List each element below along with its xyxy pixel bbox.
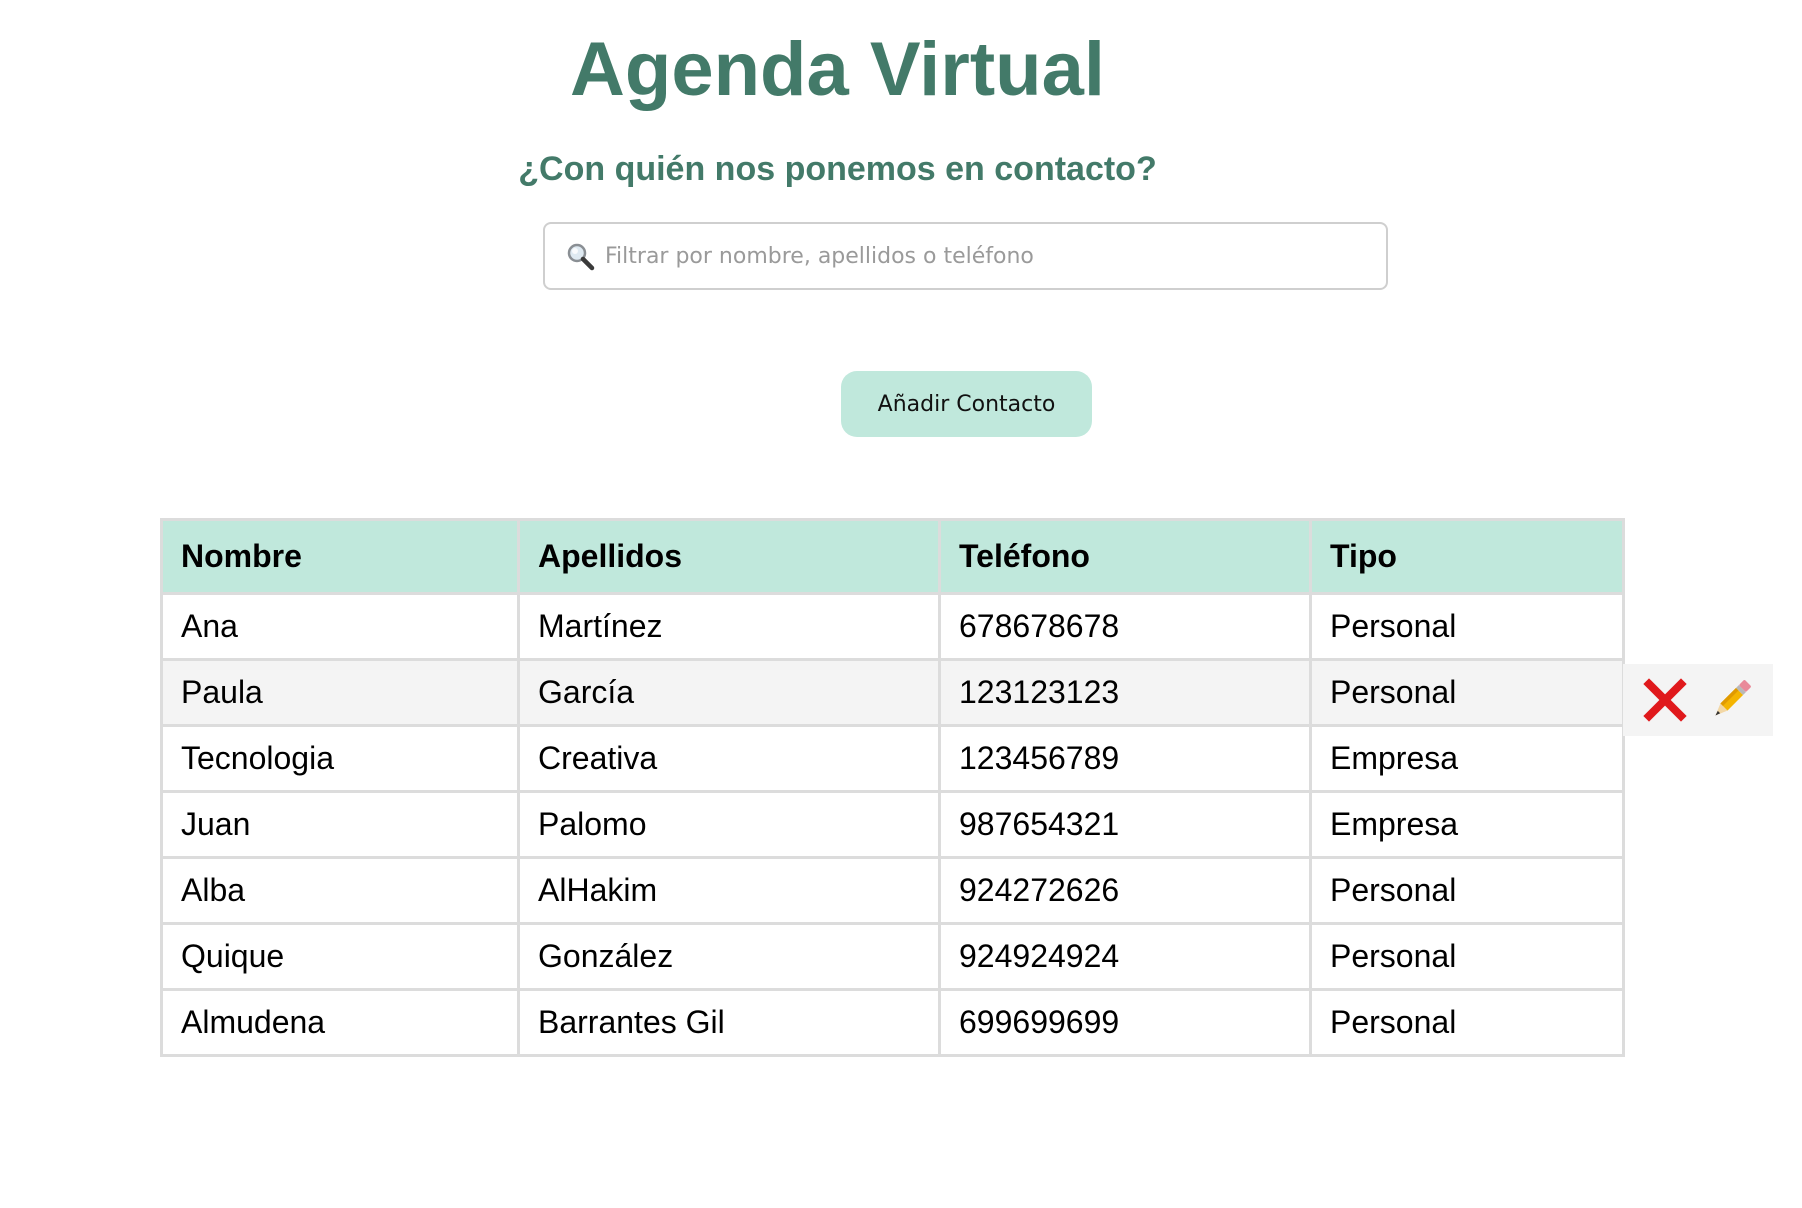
cell-telefono: 678678678 xyxy=(938,592,1312,661)
cross-mark-icon[interactable] xyxy=(1643,678,1687,722)
search-input[interactable] xyxy=(603,225,1386,287)
page-subtitle: ¿Con quién nos ponemos en contacto? xyxy=(518,150,1157,188)
table-row-hovered[interactable]: Paula García 123123123 Personal xyxy=(160,658,1625,727)
cell-telefono: 123456789 xyxy=(938,724,1312,793)
cell-apellidos: Creativa xyxy=(517,724,941,793)
cell-tipo: Empresa xyxy=(1309,790,1625,859)
search-box[interactable] xyxy=(543,222,1388,290)
cell-apellidos: Palomo xyxy=(517,790,941,859)
cell-tipo: Personal xyxy=(1309,658,1625,727)
cell-telefono: 123123123 xyxy=(938,658,1312,727)
pencil-icon[interactable] xyxy=(1709,678,1753,722)
add-contact-button[interactable]: Añadir Contacto xyxy=(841,371,1092,437)
cell-apellidos: Barrantes Gil xyxy=(517,988,941,1057)
cell-nombre: Alba xyxy=(160,856,520,925)
column-header-apellidos[interactable]: Apellidos xyxy=(517,518,941,595)
row-actions xyxy=(1623,664,1773,736)
table-row[interactable]: Ana Martínez 678678678 Personal xyxy=(160,592,1625,661)
cell-telefono: 699699699 xyxy=(938,988,1312,1057)
cell-telefono: 924272626 xyxy=(938,856,1312,925)
cell-nombre: Ana xyxy=(160,592,520,661)
page-title: Agenda Virtual xyxy=(570,27,1105,112)
cell-tipo: Personal xyxy=(1309,592,1625,661)
cell-telefono: 987654321 xyxy=(938,790,1312,859)
cell-apellidos: García xyxy=(517,658,941,727)
cell-apellidos: Martínez xyxy=(517,592,941,661)
column-header-telefono[interactable]: Teléfono xyxy=(938,518,1312,595)
cell-nombre: Tecnologia xyxy=(160,724,520,793)
table-row[interactable]: Tecnologia Creativa 123456789 Empresa xyxy=(160,724,1625,793)
cell-apellidos: AlHakim xyxy=(517,856,941,925)
cell-nombre: Quique xyxy=(160,922,520,991)
cell-nombre: Paula xyxy=(160,658,520,727)
table-header-row: Nombre Apellidos Teléfono Tipo xyxy=(160,518,1625,595)
cell-tipo: Personal xyxy=(1309,988,1625,1057)
cell-tipo: Personal xyxy=(1309,856,1625,925)
table-row[interactable]: Almudena Barrantes Gil 699699699 Persona… xyxy=(160,988,1625,1057)
cell-nombre: Juan xyxy=(160,790,520,859)
table-row[interactable]: Juan Palomo 987654321 Empresa xyxy=(160,790,1625,859)
page: Agenda Virtual ¿Con quién nos ponemos en… xyxy=(0,0,1802,1208)
column-header-nombre[interactable]: Nombre xyxy=(160,518,520,595)
table-row[interactable]: Quique González 924924924 Personal xyxy=(160,922,1625,991)
contacts-table: Nombre Apellidos Teléfono Tipo Ana Martí… xyxy=(160,518,1625,1057)
cell-tipo: Personal xyxy=(1309,922,1625,991)
cell-apellidos: González xyxy=(517,922,941,991)
cell-telefono: 924924924 xyxy=(938,922,1312,991)
search-icon xyxy=(567,243,595,271)
cell-nombre: Almudena xyxy=(160,988,520,1057)
column-header-tipo[interactable]: Tipo xyxy=(1309,518,1625,595)
table-row[interactable]: Alba AlHakim 924272626 Personal xyxy=(160,856,1625,925)
contacts-table-wrapper: Nombre Apellidos Teléfono Tipo Ana Martí… xyxy=(160,518,1625,1057)
cell-tipo: Empresa xyxy=(1309,724,1625,793)
